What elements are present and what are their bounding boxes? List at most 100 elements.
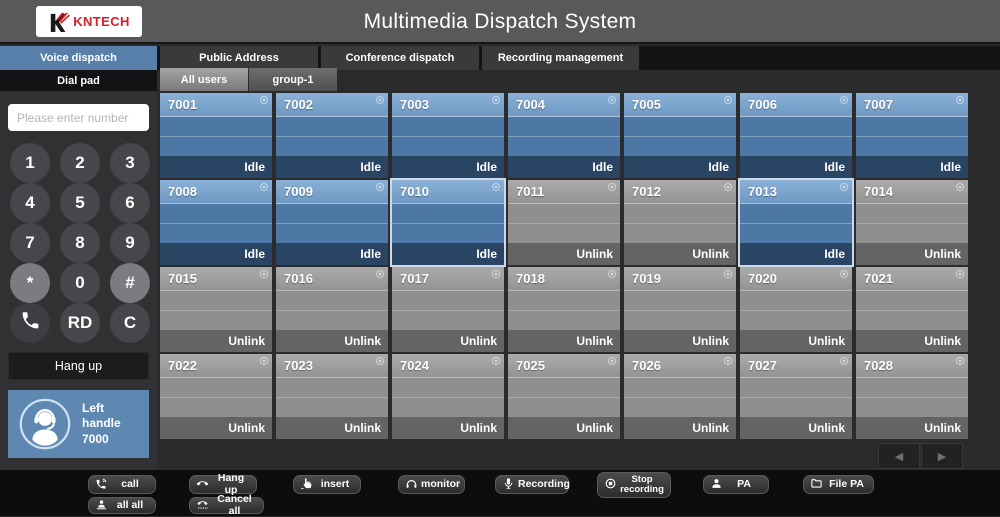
left-handle-panel[interactable]: Lefthandle7000 [8,390,149,458]
extension-card-7019[interactable]: 7019Unlink [624,267,736,352]
status-ring-icon [840,183,848,191]
extension-number: 7012 [624,184,661,199]
key-[interactable]: * [10,263,50,303]
key-2[interactable]: 2 [60,143,100,183]
extension-card-body [624,117,736,156]
stop-recording-button[interactable]: Stop recording [597,472,671,498]
kntech-logo: KNTECH [36,6,142,37]
extension-card-7005[interactable]: 7005Idle [624,93,736,178]
extension-status: Idle [392,243,504,265]
group-tab-group-1[interactable]: group-1 [249,68,337,91]
extension-card-7023[interactable]: 7023Unlink [276,354,388,439]
key-8[interactable]: 8 [60,223,100,263]
card-band [508,137,620,156]
number-input[interactable] [8,104,149,131]
extension-card-7013[interactable]: 7013Idle [740,180,852,265]
extension-status: Unlink [508,417,620,439]
extension-card-7014[interactable]: 7014Unlink [856,180,968,265]
hang-up-button[interactable]: Hang up [189,475,257,494]
extension-card-header: 7020 [740,267,852,291]
tab-voice-dispatch[interactable]: Voice dispatch [0,46,157,70]
extension-card-7010[interactable]: 7010Idle [392,180,504,265]
card-band [392,378,504,398]
key-9[interactable]: 9 [110,223,150,263]
extension-card-7021[interactable]: 7021Unlink [856,267,968,352]
extension-card-7016[interactable]: 7016Unlink [276,267,388,352]
extension-card-body [392,378,504,417]
card-band [276,224,388,243]
extension-card-7017[interactable]: 7017Unlink [392,267,504,352]
prev-page-button[interactable]: ◀ [878,443,920,469]
extension-card-7027[interactable]: 7027Unlink [740,354,852,439]
group-tab-all-users[interactable]: All users [160,68,248,91]
extension-card-header: 7016 [276,267,388,291]
key-[interactable]: # [110,263,150,303]
extension-card-7006[interactable]: 7006Idle [740,93,852,178]
extension-card-7008[interactable]: 7008Idle [160,180,272,265]
recording-button[interactable]: Recording [495,475,569,494]
extension-card-7024[interactable]: 7024 Unlink [392,354,504,439]
extension-card-header: 7004 [508,93,620,117]
extension-card-7011[interactable]: 7011Unlink [508,180,620,265]
next-page-button[interactable]: ▶ [921,443,963,469]
extension-status: Unlink [392,417,504,439]
extension-card-7028[interactable]: 7028Unlink [856,354,968,439]
extension-card-7002[interactable]: 7002Idle [276,93,388,178]
key-6[interactable]: 6 [110,183,150,223]
extension-card-7007[interactable]: 7007Idle [856,93,968,178]
extension-card-body [508,378,620,417]
extension-card-7026[interactable]: 7026Unlink [624,354,736,439]
key-rd[interactable]: RD [60,303,100,343]
extension-card-7022[interactable]: 7022Unlink [160,354,272,439]
extension-card-7025[interactable]: 7025Unlink [508,354,620,439]
tab-conference-dispatch[interactable]: Conference dispatch [321,46,479,70]
file-pa-button[interactable]: File PA [803,475,874,494]
tab-recording-management[interactable]: Recording management [482,46,639,70]
extension-card-7015[interactable]: 7015Unlink [160,267,272,352]
call-button[interactable]: call [88,475,156,494]
card-band [740,398,852,417]
card-band [740,291,852,311]
card-band [276,291,388,311]
status-ring-icon [724,270,732,278]
key-call[interactable] [10,303,50,343]
key-4[interactable]: 4 [10,183,50,223]
card-band [160,378,272,398]
extension-card-header: 7021 [856,267,968,291]
toolbar-button-label: Hang up [212,473,250,495]
all-all-button[interactable]: all all [88,497,156,514]
extension-card-header: 7007 [856,93,968,117]
key-1[interactable]: 1 [10,143,50,183]
extension-card-7009[interactable]: 7009Idle [276,180,388,265]
key-0[interactable]: 0 [60,263,100,303]
sidebar-hangup-button[interactable]: Hang up [8,352,149,380]
extension-card-header: 7001 [160,93,272,117]
card-band [624,224,736,243]
extension-number: 7024 [392,358,429,373]
card-band [624,204,736,224]
tab-public-address[interactable]: Public Address [160,46,318,70]
insert-button[interactable]: insert [293,475,361,494]
cancel-all-button[interactable]: Cancel all [189,497,264,514]
status-ring-icon [492,96,500,104]
extension-card-header: 7028 [856,354,968,378]
extension-card-7018[interactable]: 7018Unlink [508,267,620,352]
key-7[interactable]: 7 [10,223,50,263]
dial-pad-title: Dial pad [0,70,157,91]
extension-card-7001[interactable]: 7001Idle [160,93,272,178]
monitor-button[interactable]: monitor [398,475,465,494]
key-5[interactable]: 5 [60,183,100,223]
status-ring-icon [956,357,964,365]
extension-number: 7015 [160,271,197,286]
pa-button[interactable]: PA [703,475,769,494]
extension-card-7012[interactable]: 7012Unlink [624,180,736,265]
extension-card-7020[interactable]: 7020Unlink [740,267,852,352]
extension-card-7003[interactable]: 7003Idle [392,93,504,178]
keypad: 123 456 789 *0#RDC [5,143,155,343]
extension-card-body [508,204,620,243]
status-ring-icon [492,183,500,191]
handset-icon [20,310,41,336]
extension-card-7004[interactable]: 7004Idle [508,93,620,178]
key-3[interactable]: 3 [110,143,150,183]
key-c[interactable]: C [110,303,150,343]
